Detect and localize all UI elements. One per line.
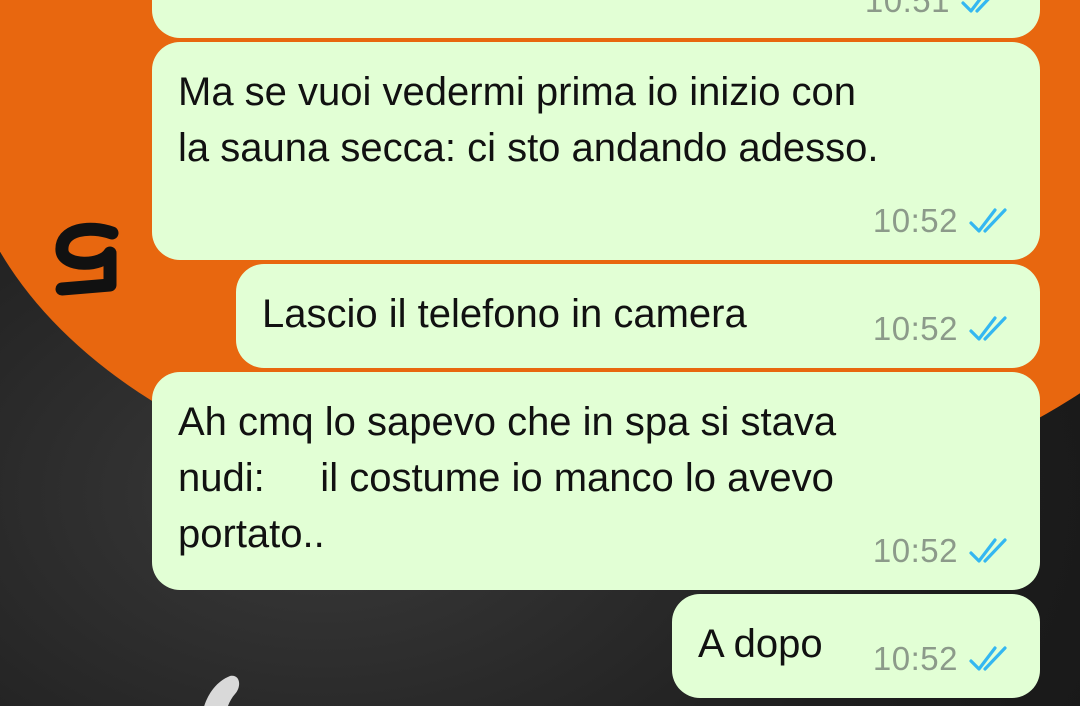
message-time: 10:52 (872, 640, 958, 677)
message-time: 10:52 (872, 310, 958, 347)
message-text: Ah cmq lo sapevo che in spa si stava nud… (178, 400, 837, 556)
message-bubble-outgoing[interactable]: A dopo 10:52 (672, 594, 1040, 698)
double-check-icon (969, 646, 1007, 671)
double-check-icon (969, 316, 1007, 341)
message-text: A dopo (698, 622, 823, 666)
message-meta: 10:52 (873, 310, 1014, 348)
message-text: Lascio il telefono in camera (262, 292, 747, 336)
message-meta: 10:52 (873, 640, 1014, 678)
message-time: 10:51 (864, 0, 950, 19)
message-time: 10:52 (872, 532, 958, 569)
message-bubble-outgoing[interactable]: 10:51 (152, 0, 1040, 38)
wallpaper-glyph (55, 222, 119, 296)
message-time: 10:52 (872, 202, 958, 239)
double-check-icon (961, 0, 990, 13)
message-meta: 10:52 (873, 532, 1014, 570)
double-check-icon (969, 208, 1007, 233)
message-text: Ma se vuoi vedermi prima io inizio con l… (178, 70, 879, 170)
double-check-icon (969, 538, 1007, 563)
message-bubble-outgoing[interactable]: Ma se vuoi vedermi prima io inizio con l… (152, 42, 1040, 260)
wallpaper-hand-shape (204, 675, 240, 706)
message-bubble-outgoing[interactable]: Lascio il telefono in camera 10:52 (236, 264, 1040, 368)
message-meta: 10:52 (873, 202, 1014, 240)
message-bubble-outgoing[interactable]: Ah cmq lo sapevo che in spa si stava nud… (152, 372, 1040, 590)
message-meta: 10:51 (865, 0, 1006, 20)
